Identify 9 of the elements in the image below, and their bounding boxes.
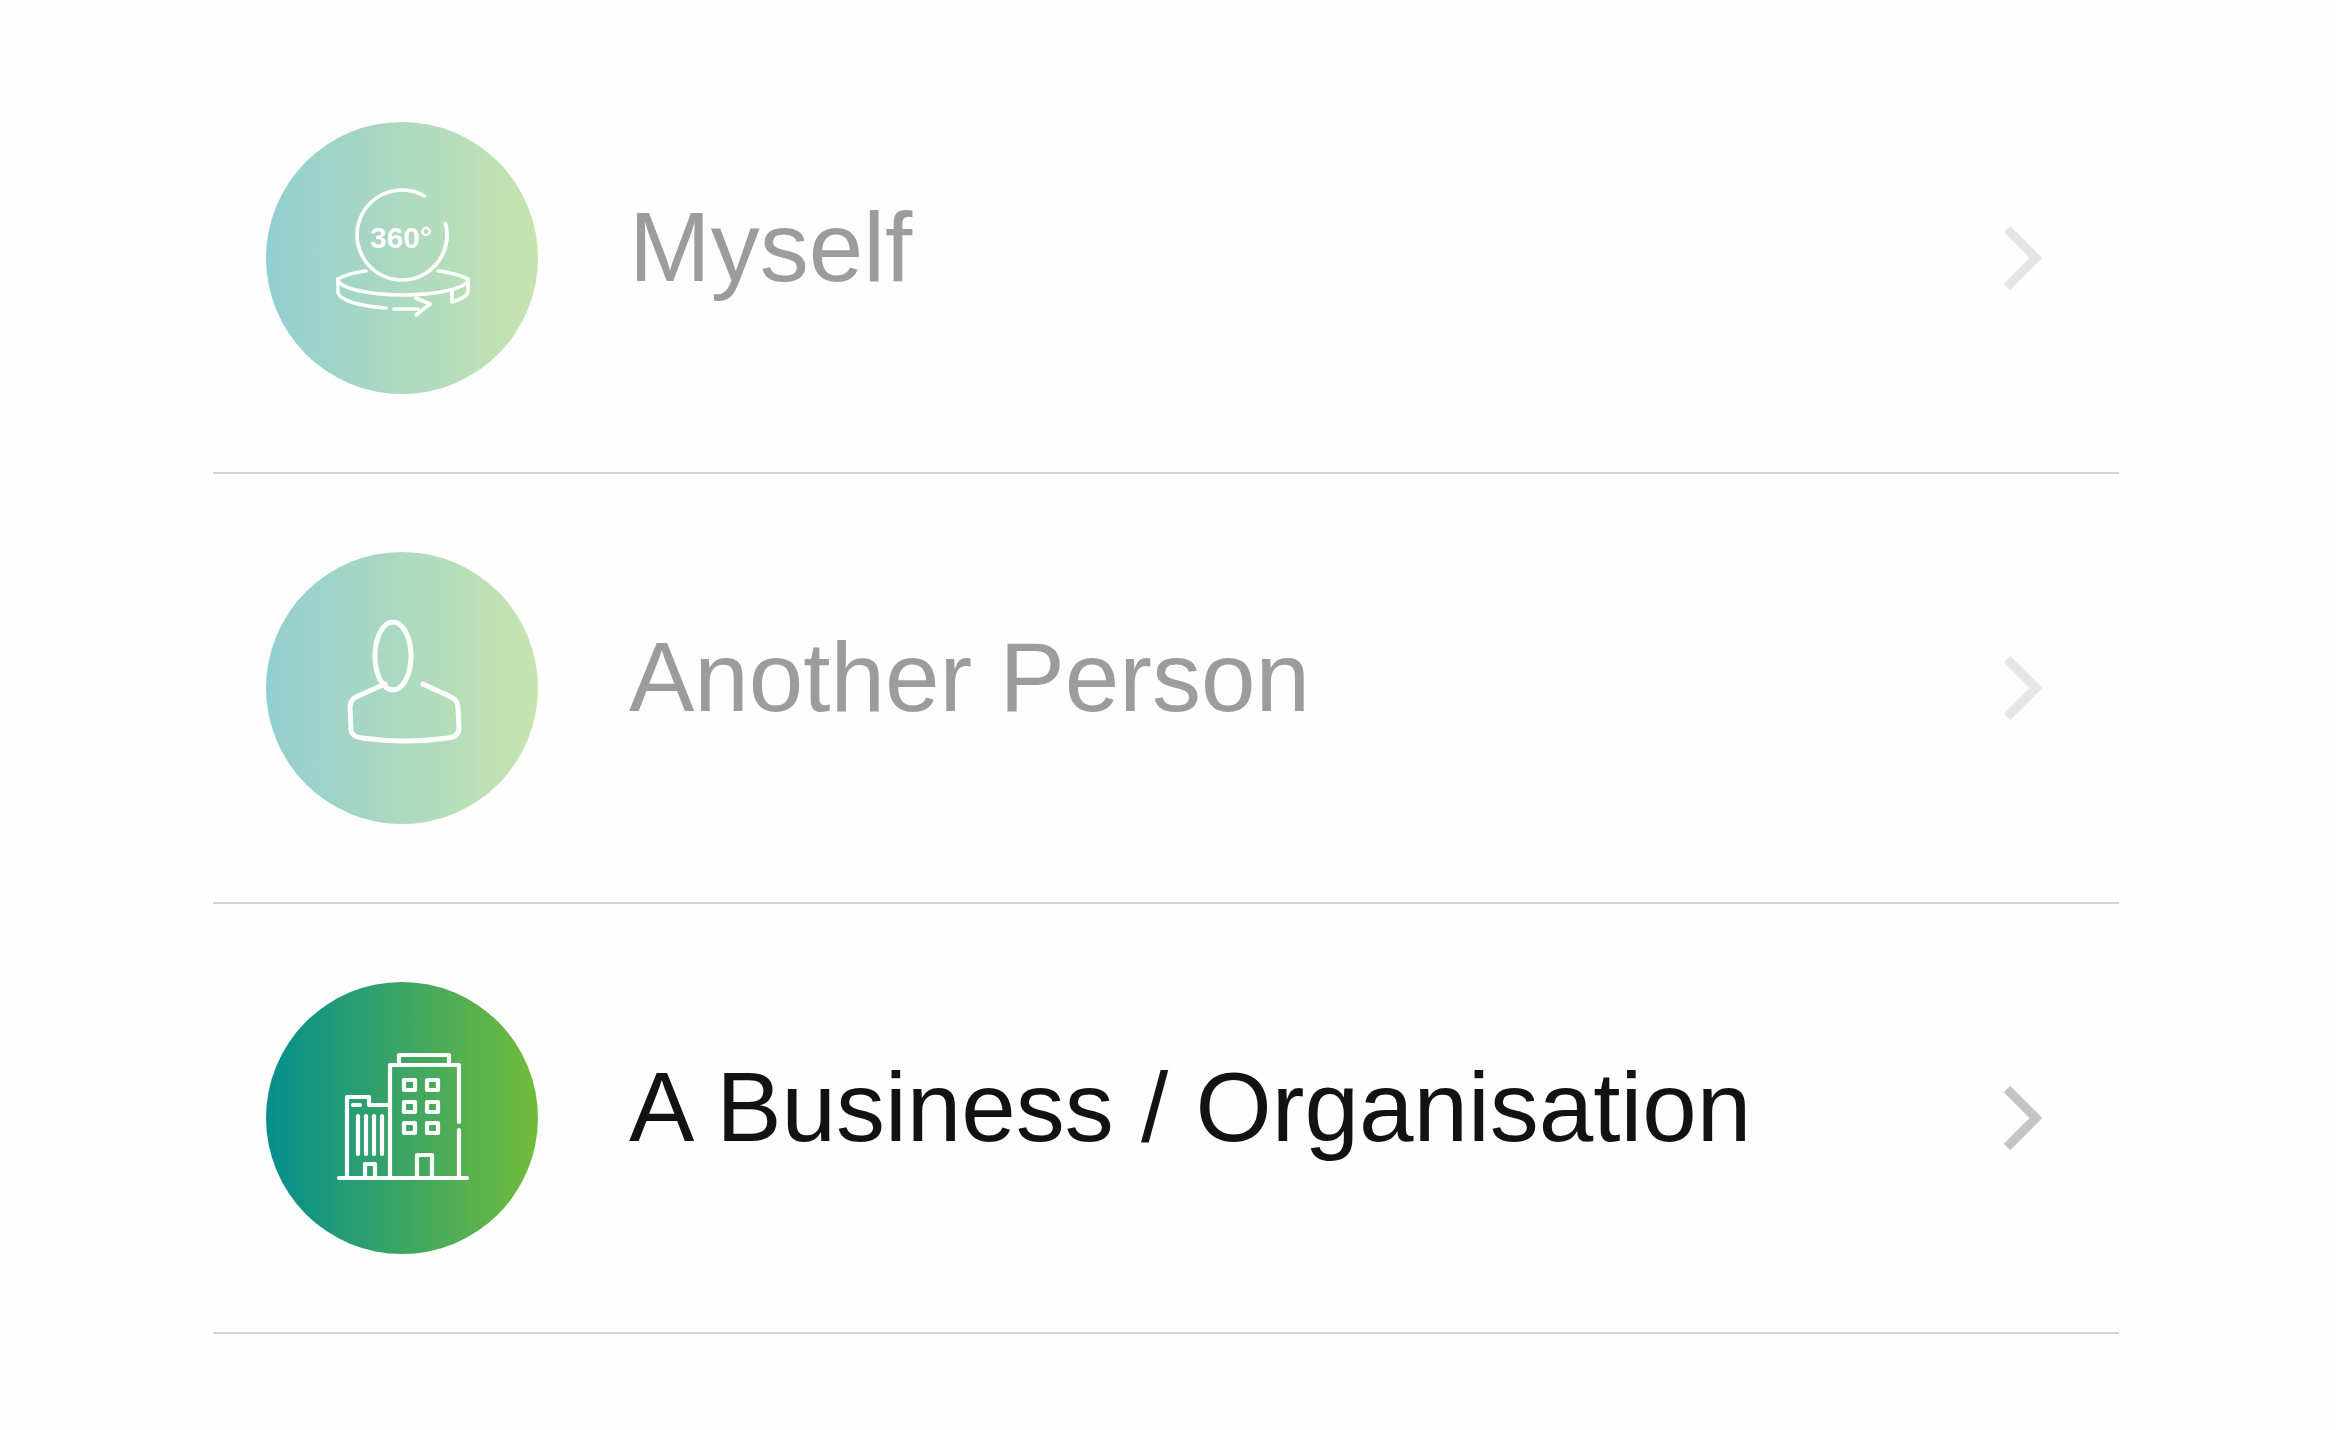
person-icon: [266, 552, 538, 824]
option-row[interactable]: Another Person: [213, 474, 2119, 904]
option-row[interactable]: 360° Myself: [213, 44, 2119, 474]
rotation-360-icon: 360°: [266, 122, 538, 394]
option-row[interactable]: A Business / Organisation: [213, 904, 2119, 1334]
chevron-right-icon: [2003, 226, 2043, 290]
chevron-right-icon: [2003, 1086, 2043, 1150]
buildings-icon: [266, 982, 538, 1254]
chevron-right-icon: [2003, 656, 2043, 720]
